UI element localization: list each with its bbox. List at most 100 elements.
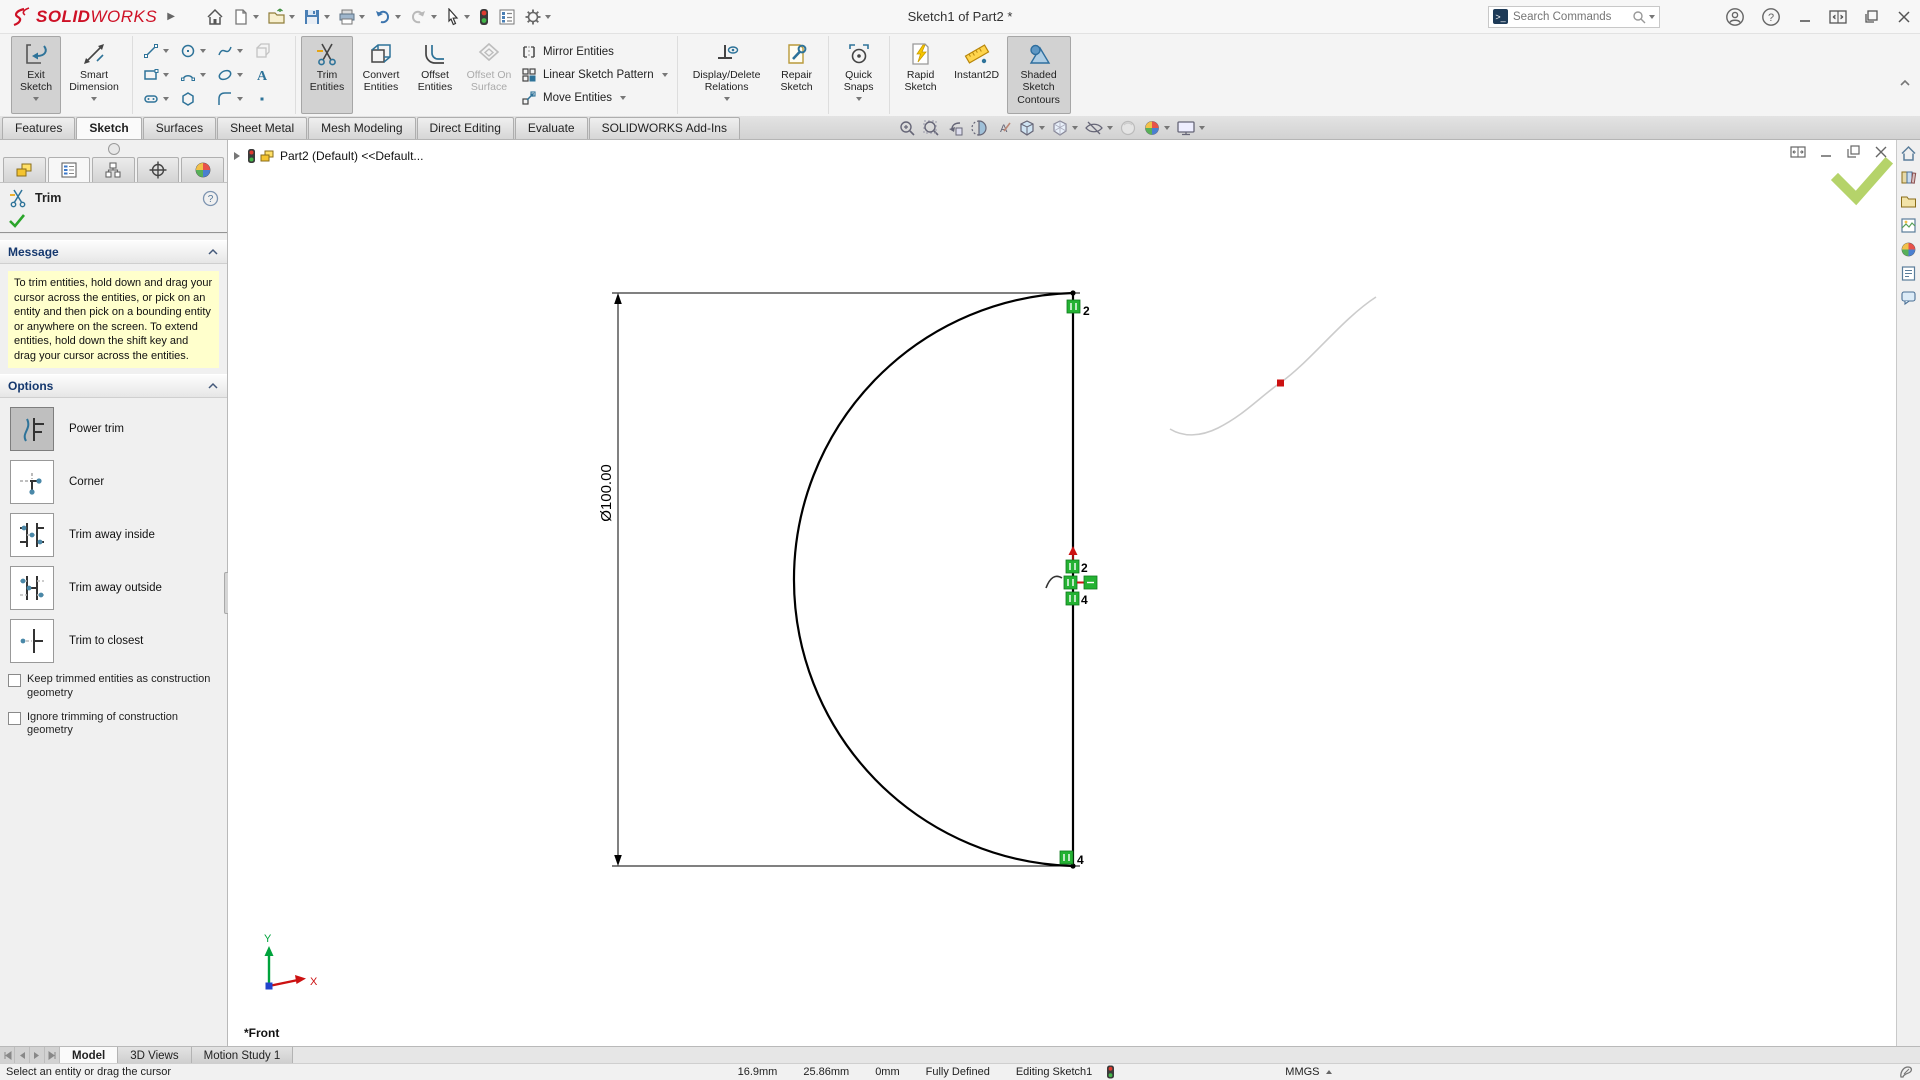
search-commands-box[interactable]: >_ xyxy=(1488,6,1660,28)
taskpane-appearances-icon[interactable] xyxy=(1900,241,1917,258)
shaded-sketch-contours-button[interactable]: Shaded Sketch Contours xyxy=(1007,36,1071,114)
display-style-dropdown-icon[interactable] xyxy=(1072,126,1078,130)
linear-pattern-dropdown-icon[interactable] xyxy=(662,73,668,77)
expand-tree-arrow-icon[interactable] xyxy=(234,152,240,160)
rebuild-button[interactable] xyxy=(475,5,493,29)
tab-surfaces[interactable]: Surfaces xyxy=(143,117,216,139)
ok-check-button[interactable] xyxy=(8,213,26,228)
model-tab[interactable]: Model xyxy=(60,1047,118,1063)
save-dropdown-icon[interactable] xyxy=(324,15,330,19)
restore-button[interactable] xyxy=(1863,9,1880,25)
annotations-visibility-button[interactable]: A xyxy=(994,119,1012,137)
print-button[interactable] xyxy=(335,5,368,29)
restore-doc-icon[interactable] xyxy=(1846,145,1861,159)
feature-tree-breadcrumb[interactable]: Part2 (Default) <<Default... xyxy=(234,148,423,164)
arc-dropdown-icon[interactable] xyxy=(200,73,206,77)
sketch-canvas[interactable]: Ø100.00 2 2 xyxy=(228,140,1896,1046)
taskpane-home-icon[interactable] xyxy=(1900,145,1917,162)
close-doc-icon[interactable] xyxy=(1874,145,1888,159)
section-view-button[interactable] xyxy=(970,119,988,137)
rapid-sketch-button[interactable]: Rapid Sketch xyxy=(895,36,947,114)
confirm-ok-check-icon[interactable] xyxy=(1838,164,1886,198)
polygon-tool-button[interactable] xyxy=(177,90,214,108)
message-section-header[interactable]: Message xyxy=(0,240,227,264)
resize-panes-button[interactable] xyxy=(1829,9,1847,25)
taskpane-custom-properties-icon[interactable] xyxy=(1900,265,1917,282)
arc-tool-button[interactable] xyxy=(177,66,214,84)
taskpane-file-explorer-icon[interactable] xyxy=(1900,193,1917,210)
zoom-to-fit-button[interactable] xyxy=(898,119,916,137)
select-button[interactable] xyxy=(442,5,473,29)
edit-appearance-button[interactable] xyxy=(1119,119,1137,137)
exit-sketch-button[interactable]: Exit Sketch xyxy=(11,36,61,114)
tab-solidworks-addins[interactable]: SOLIDWORKS Add-Ins xyxy=(589,117,740,139)
sketch-3d-button[interactable] xyxy=(251,42,288,60)
display-style-button[interactable] xyxy=(1051,119,1078,137)
open-button[interactable] xyxy=(264,5,298,29)
search-dropdown-icon[interactable] xyxy=(1649,15,1655,19)
property-manager-tab[interactable] xyxy=(48,157,91,182)
quick-snaps-dropdown-icon[interactable] xyxy=(856,97,862,101)
line-tool-button[interactable] xyxy=(140,42,177,60)
view-settings-dropdown-icon[interactable] xyxy=(1199,126,1205,130)
3d-views-tab[interactable]: 3D Views xyxy=(118,1047,191,1063)
prev-tab-button[interactable] xyxy=(15,1047,30,1063)
view-settings-button[interactable] xyxy=(1176,119,1205,137)
point-tool-button[interactable] xyxy=(251,90,288,108)
taskpane-forum-icon[interactable] xyxy=(1900,289,1917,306)
panel-collapse-handle[interactable] xyxy=(108,143,120,155)
undo-dropdown-icon[interactable] xyxy=(395,15,401,19)
minimize-doc-icon[interactable] xyxy=(1819,145,1833,159)
option-corner[interactable]: Corner xyxy=(10,460,217,504)
select-dropdown-icon[interactable] xyxy=(464,15,470,19)
fillet-tool-button[interactable] xyxy=(214,90,251,108)
instant2d-button[interactable]: Instant2D xyxy=(947,36,1007,114)
print-dropdown-icon[interactable] xyxy=(359,15,365,19)
offset-on-surface-button[interactable]: Offset On Surface xyxy=(461,36,517,114)
units-dropdown-icon[interactable] xyxy=(1326,1070,1332,1074)
repair-sketch-button[interactable]: Repair Sketch xyxy=(771,36,823,114)
linear-sketch-pattern-button[interactable]: Linear Sketch Pattern xyxy=(521,63,668,86)
rectangle-dropdown-icon[interactable] xyxy=(163,73,169,77)
option-trim-to-closest[interactable]: Trim to closest xyxy=(10,619,217,663)
tab-sketch[interactable]: Sketch xyxy=(76,117,141,139)
keep-trimmed-entities-checkbox[interactable]: Keep trimmed entities as construction ge… xyxy=(8,673,219,701)
checkbox-icon[interactable] xyxy=(8,674,21,687)
apply-scene-button[interactable] xyxy=(1143,119,1170,137)
view-orientation-button[interactable] xyxy=(1018,119,1045,137)
new-document-dropdown-icon[interactable] xyxy=(253,15,259,19)
file-properties-button[interactable] xyxy=(495,5,519,29)
zoom-to-area-button[interactable] xyxy=(922,119,940,137)
apply-scene-dropdown-icon[interactable] xyxy=(1164,126,1170,130)
graphics-viewport[interactable]: Ø100.00 2 2 xyxy=(228,140,1896,1046)
help-icon[interactable]: ? xyxy=(202,190,219,207)
dimxpert-manager-tab[interactable] xyxy=(137,157,180,182)
search-commands-input[interactable] xyxy=(1513,11,1632,23)
dimension-text[interactable]: Ø100.00 xyxy=(598,464,615,522)
slot-tool-button[interactable] xyxy=(140,90,177,108)
ignore-trimming-construction-checkbox[interactable]: Ignore trimming of construction geometry xyxy=(8,711,219,739)
sketch-endpoint-top[interactable] xyxy=(1070,290,1075,295)
help-icon[interactable]: ? xyxy=(1761,7,1781,27)
trim-entities-button[interactable]: Trim Entities xyxy=(301,36,353,114)
tags-pen-icon[interactable] xyxy=(1898,1064,1914,1080)
close-button[interactable] xyxy=(1896,9,1912,25)
taskpane-view-palette-icon[interactable] xyxy=(1900,217,1917,234)
display-delete-relations-button[interactable]: Display/Delete Relations xyxy=(683,36,771,114)
redo-dropdown-icon[interactable] xyxy=(431,15,437,19)
tab-mesh-modeling[interactable]: Mesh Modeling xyxy=(308,117,415,139)
spline-tool-button[interactable] xyxy=(214,42,251,60)
user-account-icon[interactable] xyxy=(1725,7,1745,27)
open-dropdown-icon[interactable] xyxy=(289,15,295,19)
home-button[interactable] xyxy=(203,5,227,29)
relation-marker-middle[interactable]: 2 4 xyxy=(1046,546,1097,607)
feature-manager-tab[interactable] xyxy=(3,157,46,182)
option-trim-away-outside[interactable]: Trim away outside xyxy=(10,566,217,610)
tab-direct-editing[interactable]: Direct Editing xyxy=(417,117,514,139)
option-trim-away-inside[interactable]: Trim away inside xyxy=(10,513,217,557)
circle-tool-button[interactable] xyxy=(177,42,214,60)
display-manager-tab[interactable] xyxy=(181,157,224,182)
first-tab-button[interactable] xyxy=(0,1047,15,1063)
move-entities-button[interactable]: Move Entities xyxy=(521,87,668,110)
spline-dropdown-icon[interactable] xyxy=(237,49,243,53)
